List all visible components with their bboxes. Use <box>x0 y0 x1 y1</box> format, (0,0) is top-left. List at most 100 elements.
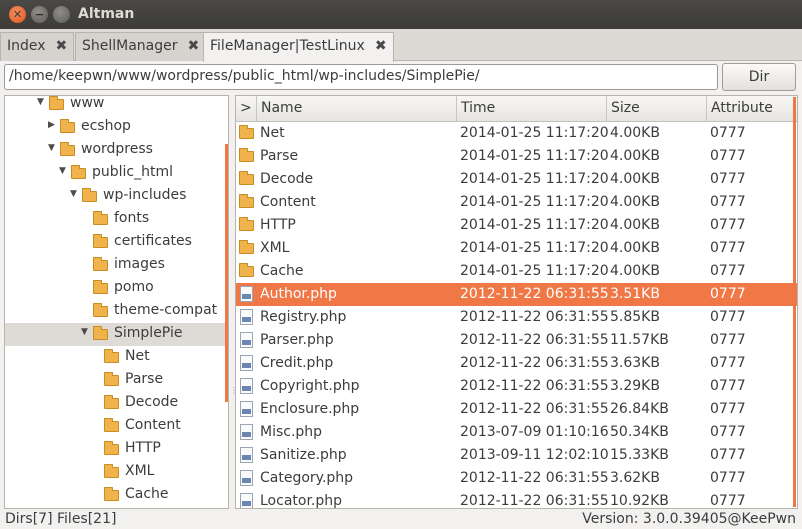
table-row[interactable]: HTTP 2014-01-25 11:17:20 4.00KB 0777 <box>236 214 797 237</box>
file-time: 2014-01-25 11:17:20 <box>460 171 609 187</box>
tree-item[interactable]: Decode <box>5 392 228 415</box>
tree-item[interactable]: Net <box>5 346 228 369</box>
column-header-size[interactable]: Size <box>607 96 707 122</box>
file-size: 26.84KB <box>610 401 669 417</box>
dir-button[interactable]: Dir <box>722 63 796 91</box>
folder-icon <box>239 240 254 254</box>
file-size: 3.51KB <box>610 286 660 302</box>
tree-item-label: public_html <box>92 164 174 180</box>
file-name: Category.php <box>260 470 354 486</box>
file-time: 2012-11-22 06:31:55 <box>460 309 609 325</box>
tree-item[interactable]: XML <box>5 461 228 484</box>
collapse-arrow-icon[interactable]: ▼ <box>70 189 77 199</box>
php-file-icon <box>240 286 253 302</box>
tree-item[interactable]: certificates <box>5 231 228 254</box>
table-row[interactable]: XML 2014-01-25 11:17:20 4.00KB 0777 <box>236 237 797 260</box>
table-row[interactable]: Sanitize.php 2013-09-11 12:02:10 15.33KB 07… <box>236 444 797 467</box>
close-window-button[interactable]: ✕ <box>9 6 26 23</box>
tab-label: FileManager|TestLinux <box>210 38 365 54</box>
file-attribute: 0777 <box>710 194 746 210</box>
table-row[interactable]: Credit.php 2012-11-22 06:31:55 3.63KB 0777 <box>236 352 797 375</box>
file-name: Sanitize.php <box>260 447 347 463</box>
file-name: Decode <box>260 171 314 187</box>
file-attribute: 0777 <box>710 125 746 141</box>
path-input[interactable]: /home/keepwn/www/wordpress/public_html/w… <box>4 64 718 90</box>
table-row[interactable]: Author.php 2012-11-22 06:31:55 3.51KB 0777 <box>236 283 797 306</box>
folder-icon <box>93 326 108 340</box>
file-time: 2013-09-11 12:02:10 <box>460 447 609 463</box>
tree-item[interactable]: images <box>5 254 228 277</box>
tree-item[interactable]: ▼ public_html <box>5 162 228 185</box>
table-row[interactable]: Parser.php 2012-11-22 06:31:55 11.57KB 0777 <box>236 329 797 352</box>
folder-icon <box>71 165 86 179</box>
file-time: 2012-11-22 06:31:55 <box>460 378 609 394</box>
table-row[interactable]: Decode 2014-01-25 11:17:20 4.00KB 0777 <box>236 168 797 191</box>
file-size: 4.00KB <box>610 148 660 164</box>
file-table[interactable]: > Name Time Size Attribute Net 2014-01-25… <box>235 95 798 509</box>
tree-item[interactable]: ▼ SimplePie <box>5 323 228 346</box>
table-row[interactable]: Category.php 2012-11-22 06:31:55 3.62KB 077… <box>236 467 797 490</box>
folder-icon <box>239 148 254 162</box>
folder-icon <box>104 441 119 455</box>
tree-item-label: SimplePie <box>114 325 183 341</box>
column-header-name[interactable]: Name <box>257 96 457 122</box>
tab-index[interactable]: Index ✖ <box>0 32 75 61</box>
collapse-arrow-icon[interactable]: ▼ <box>59 166 66 176</box>
tree-item-label: Content <box>125 417 181 433</box>
table-row[interactable]: Enclosure.php 2012-11-22 06:31:55 26.84KB 0… <box>236 398 797 421</box>
tree-item[interactable]: ▼ wp-includes <box>5 185 228 208</box>
maximize-window-button[interactable] <box>53 6 70 23</box>
collapse-arrow-icon[interactable]: ▼ <box>81 327 88 337</box>
php-file-icon <box>240 424 253 440</box>
table-header: > Name Time Size Attribute <box>236 96 797 122</box>
php-file-icon <box>240 470 253 486</box>
file-name: HTTP <box>260 217 296 233</box>
tree-item[interactable]: Content <box>5 415 228 438</box>
tree-item-label: fonts <box>114 210 150 226</box>
collapse-arrow-icon[interactable]: ▼ <box>37 97 44 107</box>
tree-item[interactable]: fonts <box>5 208 228 231</box>
collapse-arrow-icon[interactable]: ▼ <box>48 143 55 153</box>
table-row[interactable]: Content 2014-01-25 11:17:20 4.00KB 0777 <box>236 191 797 214</box>
tree-item[interactable]: theme-compat <box>5 300 228 323</box>
tree-item[interactable]: ▼ wordpress <box>5 139 228 162</box>
column-header-attribute[interactable]: Attribute <box>707 96 797 122</box>
table-scroll-indicator[interactable] <box>793 97 796 507</box>
close-tab-icon[interactable]: ✖ <box>375 38 387 54</box>
file-time: 2014-01-25 11:17:20 <box>460 263 609 279</box>
tree-item[interactable]: ▼ www <box>5 96 228 116</box>
file-size: 4.00KB <box>610 125 660 141</box>
tab-filemanager[interactable]: FileManager|TestLinux ✖ <box>203 32 394 62</box>
table-row[interactable]: Registry.php 2012-11-22 06:31:55 5.85KB 077… <box>236 306 797 329</box>
tree-item[interactable]: Parse <box>5 369 228 392</box>
file-attribute: 0777 <box>710 217 746 233</box>
expand-arrow-icon[interactable]: ▶ <box>48 120 55 130</box>
tab-shellmanager[interactable]: ShellManager ✖ <box>75 32 207 61</box>
file-attribute: 0777 <box>710 470 746 486</box>
table-row[interactable]: Cache 2014-01-25 11:17:20 4.00KB 0777 <box>236 260 797 283</box>
tree-scroll-indicator[interactable] <box>225 144 228 402</box>
tree-item[interactable]: Cache <box>5 484 228 507</box>
close-tab-icon[interactable]: ✖ <box>188 38 200 54</box>
file-attribute: 0777 <box>710 424 746 440</box>
file-attribute: 0777 <box>710 378 746 394</box>
folder-icon <box>239 194 254 208</box>
column-header-time[interactable]: Time <box>457 96 607 122</box>
column-header-toggle[interactable]: > <box>236 96 257 122</box>
table-row[interactable]: Locator.php 2012-11-22 06:31:55 10.92KB 077… <box>236 490 797 508</box>
folder-icon <box>239 125 254 139</box>
file-name: Credit.php <box>260 355 334 371</box>
close-tab-icon[interactable]: ✖ <box>56 38 68 54</box>
table-row[interactable]: Parse 2014-01-25 11:17:20 4.00KB 0777 <box>236 145 797 168</box>
table-row[interactable]: Net 2014-01-25 11:17:20 4.00KB 0777 <box>236 122 797 145</box>
table-row[interactable]: Copyright.php 2012-11-22 06:31:55 3.29KB 07… <box>236 375 797 398</box>
minimize-window-button[interactable]: − <box>31 6 48 23</box>
file-time: 2014-01-25 11:17:20 <box>460 194 609 210</box>
directory-tree[interactable]: ▼ www ▶ ecshop ▼ wordpress ▼ public_html ▼ wp-inc… <box>4 95 229 509</box>
tree-item-label: Decode <box>125 394 179 410</box>
tree-item[interactable]: pomo <box>5 277 228 300</box>
tree-item[interactable]: HTTP <box>5 438 228 461</box>
table-row[interactable]: Misc.php 2013-07-09 01:10:16 50.34KB 0777 <box>236 421 797 444</box>
tree-item[interactable]: ▶ ecshop <box>5 116 228 139</box>
file-name: Author.php <box>260 286 337 302</box>
